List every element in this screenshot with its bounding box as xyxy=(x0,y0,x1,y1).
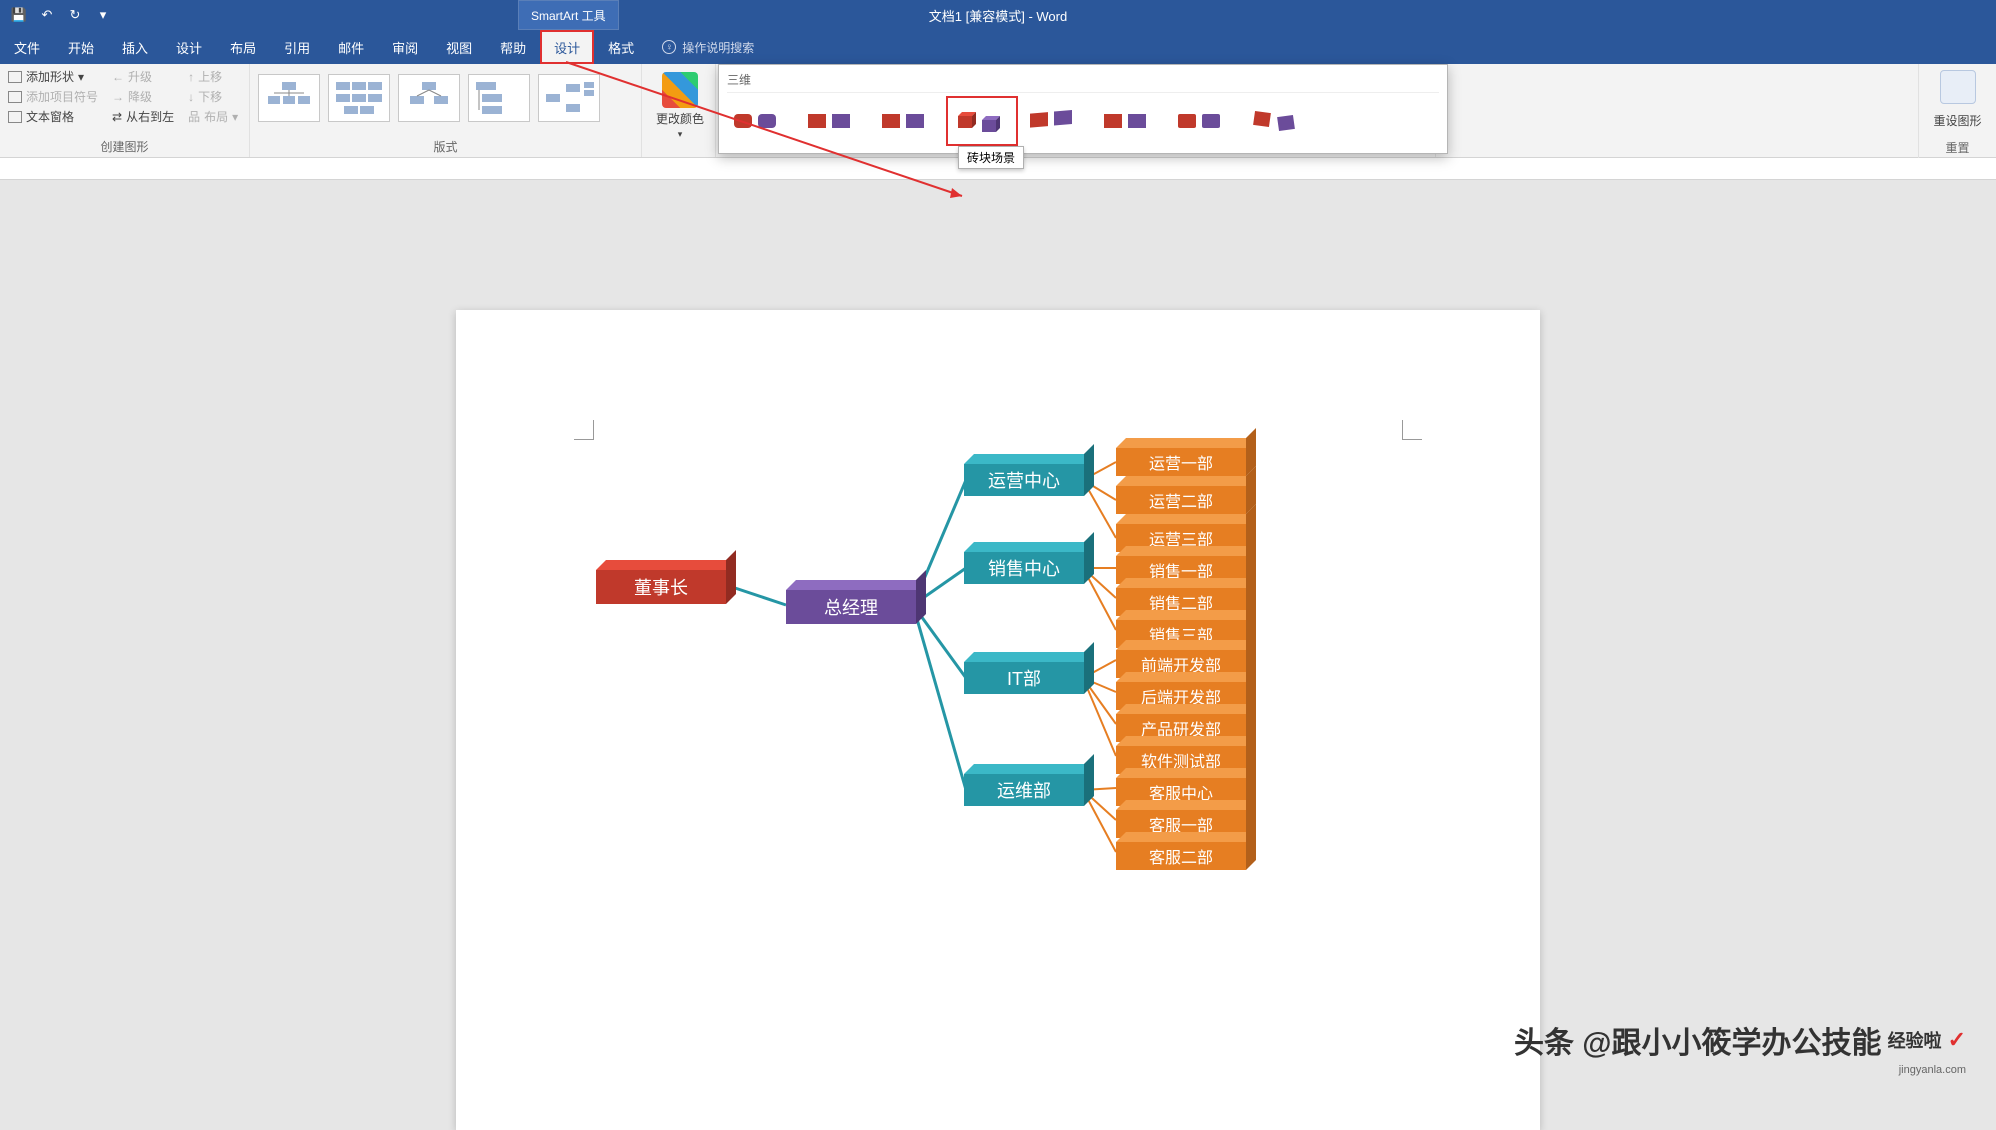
qat-dropdown-icon[interactable]: ▾ xyxy=(94,6,112,24)
tab-review[interactable]: 审阅 xyxy=(378,30,432,64)
reset-graphic-icon[interactable] xyxy=(1940,70,1976,104)
add-shape-button[interactable]: 添加形状 ▾ xyxy=(8,68,98,85)
redo-icon[interactable]: ↻ xyxy=(66,6,84,24)
demote-button: → 降级 xyxy=(112,88,174,105)
quick-access-toolbar: 💾 ↶ ↻ ▾ xyxy=(0,6,112,24)
tab-smartart-format[interactable]: 格式 xyxy=(594,30,648,64)
group-label-layouts: 版式 xyxy=(258,136,633,157)
smartart-tools-label: SmartArt 工具 xyxy=(518,0,619,30)
watermark-text: 头条 @跟小小筱学办公技能 xyxy=(1514,1018,1882,1062)
group-reset: 重设图形 重置 xyxy=(1918,64,1996,158)
ribbon-tabs: 文件 开始 插入 设计 布局 引用 邮件 审阅 视图 帮助 设计 格式 ♀ 操作… xyxy=(0,30,1996,64)
node-ops-1[interactable]: 运营一部 xyxy=(1116,448,1246,476)
group-change-colors: 更改颜色 ▾ xyxy=(642,64,716,157)
document-title: 文档1 [兼容模式] - Word xyxy=(929,6,1067,25)
tab-smartart-design[interactable]: 设计 xyxy=(540,30,594,64)
group-create-graphic: 添加形状 ▾ 添加项目符号 文本窗格 ← 升级 → 降级 ⇄ 从右到左 ↑ 上移… xyxy=(0,64,250,157)
node-chairman[interactable]: 董事长 xyxy=(596,570,726,604)
layout-thumb-2[interactable] xyxy=(328,74,390,122)
add-shape-icon xyxy=(8,71,22,83)
tell-me-search[interactable]: ♀ 操作说明搜索 xyxy=(648,30,768,64)
style-3d-brick-scene[interactable]: 砖块场景 xyxy=(949,99,1015,143)
tab-view[interactable]: 视图 xyxy=(432,30,486,64)
move-up-button: ↑ 上移 xyxy=(188,68,238,85)
smartart-styles-dropdown: 三维 砖块场景 xyxy=(718,64,1448,154)
style-3d-6[interactable] xyxy=(1097,99,1163,143)
title-bar: 💾 ↶ ↻ ▾ SmartArt 工具 文档1 [兼容模式] - Word xyxy=(0,0,1996,30)
tell-me-label: 操作说明搜索 xyxy=(682,39,754,56)
node-sales-center[interactable]: 销售中心 xyxy=(964,552,1084,584)
tab-layout[interactable]: 布局 xyxy=(216,30,270,64)
group-layouts: 版式 xyxy=(250,64,642,157)
watermark-brand: 经验啦 xyxy=(1888,1027,1942,1053)
node-operations-center[interactable]: 运营中心 xyxy=(964,464,1084,496)
tab-insert[interactable]: 插入 xyxy=(108,30,162,64)
style-tooltip: 砖块场景 xyxy=(958,146,1024,169)
style-3d-3[interactable] xyxy=(875,99,941,143)
save-icon[interactable]: 💾 xyxy=(10,6,28,24)
node-it-dept[interactable]: IT部 xyxy=(964,662,1084,694)
styles-3d-label: 三维 xyxy=(727,69,1439,93)
tab-design-doc[interactable]: 设计 xyxy=(162,30,216,64)
promote-button: ← 升级 xyxy=(112,68,174,85)
add-bullet-button: 添加项目符号 xyxy=(8,88,98,105)
style-3d-5[interactable] xyxy=(1023,99,1089,143)
rtl-button[interactable]: ⇄ 从右到左 xyxy=(112,108,174,125)
watermark-sub: jingyanla.com xyxy=(1899,1064,1966,1076)
tab-mailings[interactable]: 邮件 xyxy=(324,30,378,64)
text-pane-button[interactable]: 文本窗格 xyxy=(8,108,98,125)
style-3d-7[interactable] xyxy=(1171,99,1237,143)
text-pane-icon xyxy=(8,111,22,123)
layout-thumb-3[interactable] xyxy=(398,74,460,122)
node-general-manager[interactable]: 总经理 xyxy=(786,590,916,624)
change-colors-button[interactable]: 更改颜色 ▾ xyxy=(650,68,710,140)
layout-button: 品 布局 ▾ xyxy=(188,108,238,125)
tab-references[interactable]: 引用 xyxy=(270,30,324,64)
reset-graphic-label[interactable]: 重设图形 xyxy=(1933,112,1981,129)
watermark-check-icon: ✓ xyxy=(1948,1027,1966,1053)
connectors xyxy=(526,430,1466,1070)
move-down-button: ↓ 下移 xyxy=(188,88,238,105)
group-label-create: 创建图形 xyxy=(8,136,241,157)
style-3d-2[interactable] xyxy=(801,99,867,143)
tab-home[interactable]: 开始 xyxy=(54,30,108,64)
layout-thumb-4[interactable] xyxy=(468,74,530,122)
style-3d-8[interactable] xyxy=(1245,99,1311,143)
bullet-icon xyxy=(8,91,22,103)
tab-help[interactable]: 帮助 xyxy=(486,30,540,64)
group-label-reset: 重置 xyxy=(1945,137,1969,158)
undo-icon[interactable]: ↶ xyxy=(38,6,56,24)
bulb-icon: ♀ xyxy=(662,40,676,54)
smartart-org-chart[interactable]: 董事长 总经理 运营中心 销售中心 IT部 运维部 运营一部 运营二部 运营三部… xyxy=(526,430,1466,1070)
style-3d-1[interactable] xyxy=(727,99,793,143)
node-ops-2[interactable]: 运营二部 xyxy=(1116,486,1246,514)
layout-thumb-5[interactable] xyxy=(538,74,600,122)
color-palette-icon xyxy=(662,72,698,108)
layout-thumb-1[interactable] xyxy=(258,74,320,122)
tab-file[interactable]: 文件 xyxy=(0,30,54,64)
node-ops-maint-dept[interactable]: 运维部 xyxy=(964,774,1084,806)
document-area: 董事长 总经理 运营中心 销售中心 IT部 运维部 运营一部 运营二部 运营三部… xyxy=(0,180,1996,1076)
watermark: 头条 @跟小小筱学办公技能 经验啦 ✓ jingyanla.com xyxy=(1514,1018,1966,1062)
node-cs-2[interactable]: 客服二部 xyxy=(1116,842,1246,870)
page: 董事长 总经理 运营中心 销售中心 IT部 运维部 运营一部 运营二部 运营三部… xyxy=(456,310,1540,1130)
